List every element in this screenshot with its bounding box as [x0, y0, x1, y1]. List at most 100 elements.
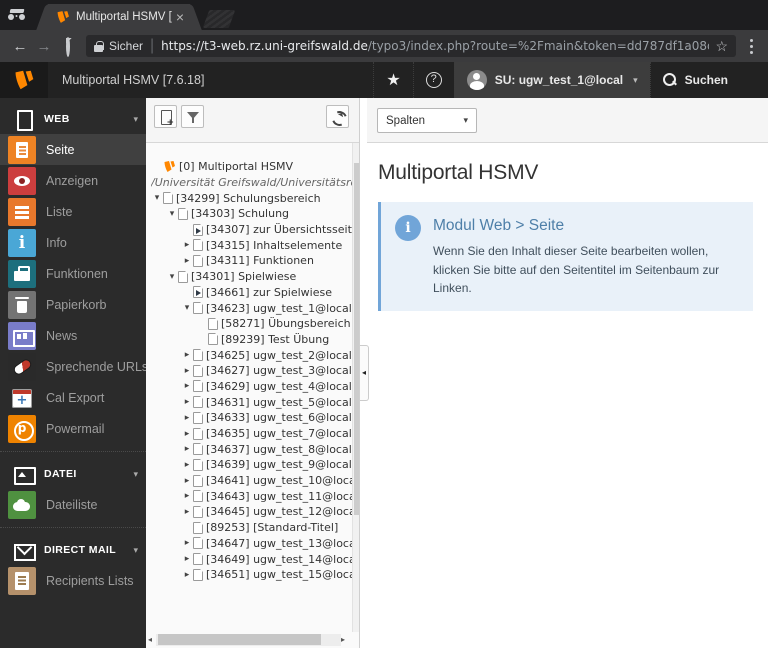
- tree-item[interactable]: ▸ [34625] ugw_test_2@local: [146, 347, 359, 363]
- filter-button[interactable]: [181, 105, 204, 128]
- expand-icon[interactable]: ▸: [181, 444, 193, 454]
- tree-item[interactable]: ▸ [34635] ugw_test_7@local: [146, 426, 359, 442]
- tree-item[interactable]: ▸ [34651] ugw_test_15@local: [146, 567, 359, 583]
- sidebar-item-news[interactable]: News: [0, 320, 146, 351]
- tree-item-label[interactable]: [58271] Übungsbereich: [221, 317, 351, 330]
- tree-item[interactable]: ▸ [34649] ugw_test_14@local: [146, 551, 359, 567]
- tree-item[interactable]: ▸ [34633] ugw_test_6@local: [146, 410, 359, 426]
- columns-select[interactable]: Spalten ▾: [377, 108, 477, 133]
- sidebar-item-liste[interactable]: Liste: [0, 196, 146, 227]
- tree-item-label[interactable]: [34299] Schulungsbereich: [176, 192, 321, 205]
- tree-item-label[interactable]: [34623] ugw_test_1@local: [206, 302, 352, 315]
- tree-item[interactable]: ▸ [34311] Funktionen: [146, 253, 359, 269]
- expand-icon[interactable]: ▸: [181, 460, 193, 470]
- tree-item-label[interactable]: [34627] ugw_test_3@local: [206, 364, 352, 377]
- tree-item-label[interactable]: [0] Multiportal HSMV: [179, 160, 293, 173]
- tree-item-label[interactable]: [34629] ugw_test_4@local: [206, 380, 352, 393]
- sidebar-section-header[interactable]: WEB ▾: [0, 104, 146, 134]
- tree-item-label[interactable]: [34643] ugw_test_11@local: [206, 490, 359, 503]
- tree-vertical-scrollbar[interactable]: [352, 143, 359, 632]
- forward-icon[interactable]: →: [32, 38, 56, 55]
- tree-item-label[interactable]: [34635] ugw_test_7@local: [206, 427, 352, 440]
- tree-item[interactable]: ▸ [34637] ugw_test_8@local: [146, 441, 359, 457]
- collapse-icon[interactable]: ▾: [181, 303, 193, 313]
- tree-item[interactable]: ▸ [34629] ugw_test_4@local: [146, 379, 359, 395]
- tree-item-label[interactable]: [89239] Test Übung: [221, 333, 329, 346]
- tree-item[interactable]: ▸ [34631] ugw_test_5@local: [146, 394, 359, 410]
- tree-item[interactable]: ▸ [34641] ugw_test_10@local: [146, 473, 359, 489]
- expand-icon[interactable]: ▸: [181, 507, 193, 517]
- sidebar-item-sprechende-urls[interactable]: Sprechende URLs: [0, 351, 146, 382]
- tree-item-label[interactable]: [34307] zur Übersichtsseite Schulung: [206, 223, 359, 236]
- tree-item-label[interactable]: [89253] [Standard-Titel]: [206, 521, 338, 534]
- tree-item-label[interactable]: [34631] ugw_test_5@local: [206, 396, 352, 409]
- tree-item[interactable]: ▾ [34299] Schulungsbereich: [146, 190, 359, 206]
- expand-icon[interactable]: ▸: [181, 350, 193, 360]
- scrollbar-track[interactable]: [156, 633, 341, 646]
- tree-item-label[interactable]: [34625] ugw_test_2@local: [206, 349, 352, 362]
- tree-item[interactable]: ▸ [34639] ugw_test_9@local: [146, 457, 359, 473]
- scroll-left-icon[interactable]: ◂: [148, 633, 156, 646]
- tree-collapse-handle[interactable]: ◂: [360, 345, 369, 401]
- sidebar-section-header[interactable]: DIRECT MAIL ▾: [0, 535, 146, 565]
- scrollbar-thumb[interactable]: [158, 634, 321, 645]
- bookmark-button[interactable]: ★: [373, 62, 412, 98]
- sidebar-item-info[interactable]: Info: [0, 227, 146, 258]
- expand-icon[interactable]: ▸: [181, 240, 193, 250]
- tree-item[interactable]: [89253] [Standard-Titel]: [146, 520, 359, 536]
- tree-item-label[interactable]: [34651] ugw_test_15@local: [206, 568, 359, 581]
- bookmark-star-icon[interactable]: ☆: [715, 38, 728, 55]
- sidebar-item-powermail[interactable]: Powermail: [0, 413, 146, 444]
- tree-item-label[interactable]: [34637] ugw_test_8@local: [206, 443, 352, 456]
- browser-tab[interactable]: Multiportal HSMV [TYPO ×: [48, 4, 190, 30]
- tree-item[interactable]: [58271] Übungsbereich: [146, 316, 359, 332]
- splitter[interactable]: ◂: [360, 98, 369, 648]
- tree-item[interactable]: ▸ [34643] ugw_test_11@local: [146, 488, 359, 504]
- sidebar-item-dateiliste[interactable]: Dateiliste: [0, 489, 146, 520]
- refresh-button[interactable]: [326, 105, 349, 128]
- url-field[interactable]: Sicher | https://t3-web.rz.uni-greifswal…: [86, 35, 736, 57]
- sidebar-item-seite[interactable]: Seite: [0, 134, 146, 165]
- tree-item[interactable]: [34307] zur Übersichtsseite Schulung: [146, 222, 359, 238]
- expand-icon[interactable]: ▸: [181, 413, 193, 423]
- tree-item-label[interactable]: [34301] Spielwiese: [191, 270, 296, 283]
- tree-item-label[interactable]: [34645] ugw_test_12@local: [206, 505, 359, 518]
- expand-icon[interactable]: ▸: [181, 256, 193, 266]
- expand-icon[interactable]: ▸: [181, 491, 193, 501]
- reload-icon[interactable]: [56, 35, 80, 57]
- typo3-logo[interactable]: [0, 62, 48, 98]
- tree-item[interactable]: ▾ [34623] ugw_test_1@local: [146, 300, 359, 316]
- sidebar-section-header[interactable]: DATEI ▾: [0, 459, 146, 489]
- tree-item-label[interactable]: [34315] Inhaltselemente: [206, 239, 342, 252]
- help-button[interactable]: ?: [412, 62, 454, 98]
- user-menu[interactable]: SU: ugw_test_1@local ▾: [453, 62, 650, 98]
- tree-item[interactable]: [0] Multiportal HSMV: [146, 159, 359, 175]
- sidebar-item-funktionen[interactable]: Funktionen: [0, 258, 146, 289]
- tree-item[interactable]: ▸ [34627] ugw_test_3@local: [146, 363, 359, 379]
- tree-item[interactable]: ▾ [34301] Spielwiese: [146, 269, 359, 285]
- collapse-icon[interactable]: ▾: [166, 272, 178, 282]
- scrollbar-thumb[interactable]: [354, 162, 359, 515]
- sidebar-item-recipients[interactable]: Recipients Lists: [0, 565, 146, 596]
- tree-item-label[interactable]: [34661] zur Spielwiese: [206, 286, 332, 299]
- tree-item[interactable]: ▾ [34303] Schulung: [146, 206, 359, 222]
- scroll-right-icon[interactable]: ▸: [341, 633, 349, 646]
- collapse-icon[interactable]: ▾: [166, 209, 178, 219]
- tree-item-label[interactable]: [34639] ugw_test_9@local: [206, 458, 352, 471]
- tree-item-label[interactable]: [34311] Funktionen: [206, 254, 314, 267]
- new-page-button[interactable]: [154, 105, 177, 128]
- tree-item[interactable]: ▸ [34647] ugw_test_13@local: [146, 536, 359, 552]
- expand-icon[interactable]: ▸: [181, 397, 193, 407]
- tree-horizontal-scrollbar[interactable]: ◂ ▸: [148, 633, 349, 646]
- tree-item[interactable]: [34661] zur Spielwiese: [146, 285, 359, 301]
- expand-icon[interactable]: ▸: [181, 554, 193, 564]
- tab-close-icon[interactable]: ×: [176, 10, 184, 24]
- expand-icon[interactable]: ▸: [181, 366, 193, 376]
- new-tab-button[interactable]: [202, 10, 236, 28]
- tree-item[interactable]: ▸ [34645] ugw_test_12@local: [146, 504, 359, 520]
- tree-item[interactable]: ▸ [34315] Inhaltselemente: [146, 237, 359, 253]
- sidebar-item-cal-export[interactable]: Cal Export: [0, 382, 146, 413]
- search-button[interactable]: Suchen: [649, 62, 768, 98]
- tree-item-label[interactable]: [34641] ugw_test_10@local: [206, 474, 359, 487]
- back-icon[interactable]: ←: [8, 38, 32, 55]
